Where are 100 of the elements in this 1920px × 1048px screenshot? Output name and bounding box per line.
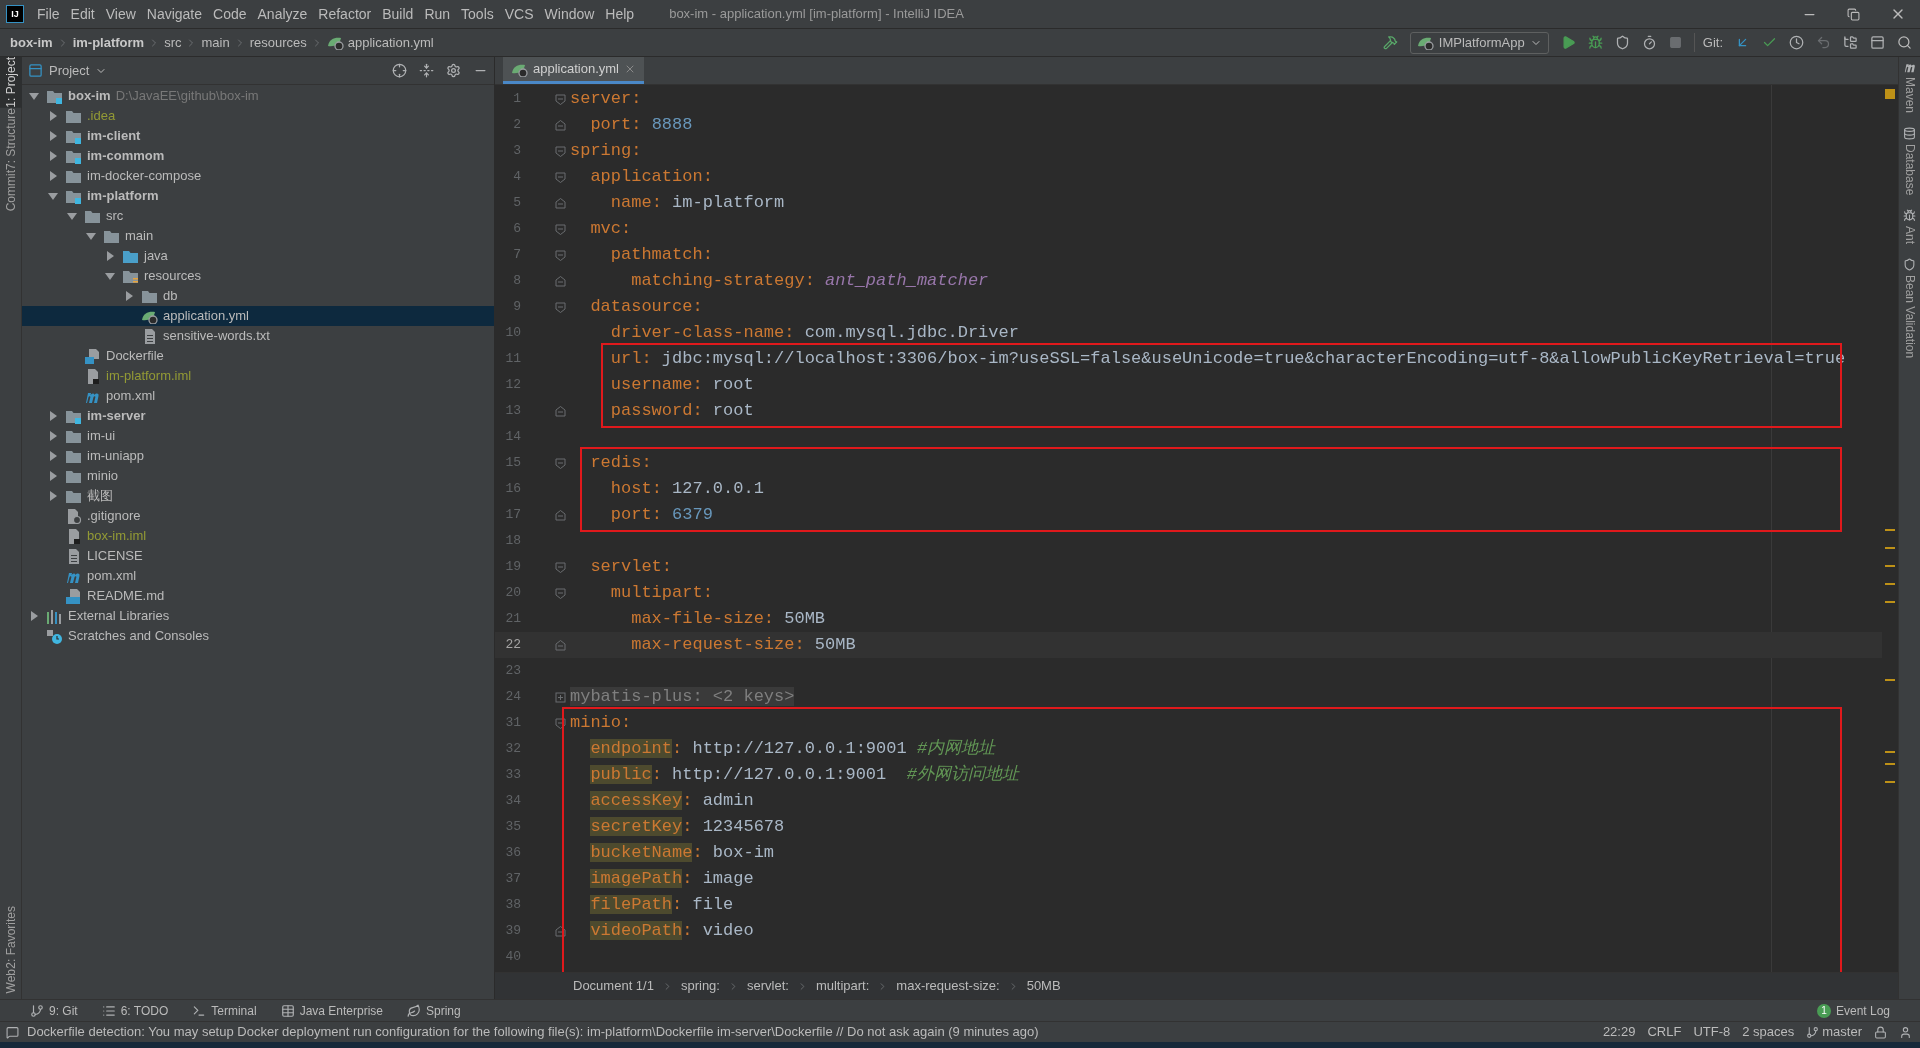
structure-breadcrumb[interactable]: multipart:: [815, 976, 870, 996]
breadcrumb-item[interactable]: src: [164, 32, 182, 53]
expand-arrow-icon[interactable]: [105, 251, 115, 261]
collapse-arrow-icon[interactable]: [48, 191, 58, 201]
tool-window-tab[interactable]: Event Log: [1835, 1001, 1890, 1020]
tree-item[interactable]: java: [22, 246, 494, 266]
tool-window-tab[interactable]: 1: Project: [0, 57, 22, 108]
tree-item[interactable]: src: [22, 206, 494, 226]
structure-breadcrumb[interactable]: servlet:: [746, 976, 789, 996]
tool-window-tab[interactable]: Database: [1900, 144, 1919, 196]
collapse-arrow-icon[interactable]: [29, 91, 39, 101]
tree-item[interactable]: im-uniapp: [22, 446, 494, 466]
expand-arrow-icon[interactable]: [48, 471, 58, 481]
fold-marker-icon[interactable]: [555, 249, 566, 261]
tree-item[interactable]: im-server: [22, 406, 494, 426]
tree-item[interactable]: 截图: [22, 486, 494, 506]
tree-item[interactable]: README.md: [22, 586, 494, 606]
history-icon[interactable]: [1789, 35, 1804, 50]
debug-icon[interactable]: [1587, 35, 1603, 50]
menu-item[interactable]: Run: [419, 3, 456, 25]
menu-item[interactable]: Edit: [65, 3, 100, 25]
tree-item[interactable]: im-commom: [22, 146, 494, 166]
menu-item[interactable]: Build: [377, 3, 419, 25]
fold-end-icon[interactable]: [555, 119, 566, 131]
fold-end-icon[interactable]: [555, 405, 566, 417]
run-config-dropdown[interactable]: IMPlatformApp: [1409, 31, 1549, 54]
tree-item[interactable]: minio: [22, 466, 494, 486]
search-icon[interactable]: [1897, 35, 1912, 50]
fold-marker-icon[interactable]: [555, 301, 566, 313]
tool-window-tab[interactable]: Terminal: [211, 1001, 257, 1020]
fold-marker-icon[interactable]: [555, 717, 566, 729]
fold-marker-icon[interactable]: [555, 561, 566, 573]
menu-item[interactable]: File: [32, 3, 65, 25]
tree-item[interactable]: .idea: [22, 106, 494, 126]
fold-marker-icon[interactable]: [555, 457, 566, 469]
tool-window-tab[interactable]: 2: Favorites: [0, 905, 22, 969]
project-view-dropdown[interactable]: Project: [49, 60, 108, 81]
project-structure-icon[interactable]: [1843, 35, 1858, 50]
tree-item[interactable]: External Libraries: [22, 606, 494, 626]
tool-window-tab[interactable]: Maven: [1900, 77, 1919, 114]
window-icon[interactable]: [1870, 35, 1885, 50]
message-icon[interactable]: [6, 1025, 19, 1039]
menu-item[interactable]: Refactor: [313, 3, 377, 25]
expand-arrow-icon[interactable]: [48, 151, 58, 161]
collapse-all-icon[interactable]: [419, 63, 434, 78]
breadcrumb-item[interactable]: main: [201, 32, 230, 53]
tree-item[interactable]: Scratches and Consoles: [22, 626, 494, 646]
expand-fold-icon[interactable]: [555, 691, 566, 703]
locate-icon[interactable]: [392, 63, 407, 78]
tree-item[interactable]: resources: [22, 266, 494, 286]
menu-item[interactable]: VCS: [499, 3, 539, 25]
tool-window-tab[interactable]: 6: TODO: [120, 1001, 169, 1020]
menu-item[interactable]: Window: [539, 3, 600, 25]
tool-window-tab[interactable]: Bean Validation: [1900, 275, 1919, 359]
status-item[interactable]: 22:29: [1602, 1022, 1636, 1042]
close-icon[interactable]: [624, 63, 636, 75]
tree-item[interactable]: box-im.iml: [22, 526, 494, 546]
settings-icon[interactable]: [446, 63, 461, 78]
hammer-icon[interactable]: [1382, 35, 1398, 50]
tool-window-tab[interactable]: Ant: [1900, 226, 1919, 245]
profile-icon[interactable]: [1641, 35, 1657, 50]
tree-item[interactable]: pom.xml: [22, 386, 494, 406]
fold-marker-icon[interactable]: [555, 587, 566, 599]
structure-breadcrumb[interactable]: Document 1/1: [573, 976, 654, 996]
breadcrumb-item[interactable]: resources: [249, 32, 307, 53]
expand-arrow-icon[interactable]: [48, 491, 58, 501]
breadcrumb-item[interactable]: application.yml: [347, 32, 434, 53]
tree-item[interactable]: sensitive-words.txt: [22, 326, 494, 346]
expand-arrow-icon[interactable]: [48, 131, 58, 141]
structure-breadcrumb[interactable]: max-request-size:: [896, 976, 1000, 996]
expand-arrow-icon[interactable]: [48, 431, 58, 441]
restore-icon[interactable]: [1847, 7, 1860, 21]
collapse-arrow-icon[interactable]: [105, 271, 115, 281]
expand-arrow-icon[interactable]: [48, 411, 58, 421]
tool-window-tab[interactable]: Java Enterprise: [299, 1001, 383, 1020]
rollback-icon[interactable]: [1816, 35, 1831, 50]
tool-window-tab[interactable]: Web: [0, 968, 22, 993]
expand-arrow-icon[interactable]: [48, 111, 58, 121]
fold-marker-icon[interactable]: [555, 93, 566, 105]
tree-item[interactable]: im-platform.iml: [22, 366, 494, 386]
structure-breadcrumb[interactable]: spring:: [680, 976, 720, 996]
tree-item[interactable]: im-ui: [22, 426, 494, 446]
tool-window-tab[interactable]: 7: Structure: [0, 107, 22, 170]
fold-end-icon[interactable]: [555, 509, 566, 521]
menu-item[interactable]: Code: [208, 3, 252, 25]
breadcrumb-item[interactable]: im-platform: [72, 32, 145, 53]
breadcrumb-item[interactable]: box-im: [10, 32, 53, 53]
tool-window-tab[interactable]: Spring: [426, 1001, 461, 1020]
run-icon[interactable]: [1560, 35, 1576, 50]
menu-item[interactable]: Help: [600, 3, 640, 25]
tree-item[interactable]: pom.xml: [22, 566, 494, 586]
menu-item[interactable]: Navigate: [141, 3, 208, 25]
tool-window-tab[interactable]: Commit: [0, 169, 22, 212]
status-item[interactable]: UTF-8: [1693, 1022, 1731, 1042]
expand-arrow-icon[interactable]: [29, 611, 39, 621]
fold-end-icon[interactable]: [555, 925, 566, 937]
status-item[interactable]: CRLF: [1647, 1022, 1682, 1042]
fold-end-icon[interactable]: [555, 639, 566, 651]
tree-item[interactable]: application.yml: [22, 306, 494, 326]
menu-item[interactable]: Tools: [456, 3, 499, 25]
